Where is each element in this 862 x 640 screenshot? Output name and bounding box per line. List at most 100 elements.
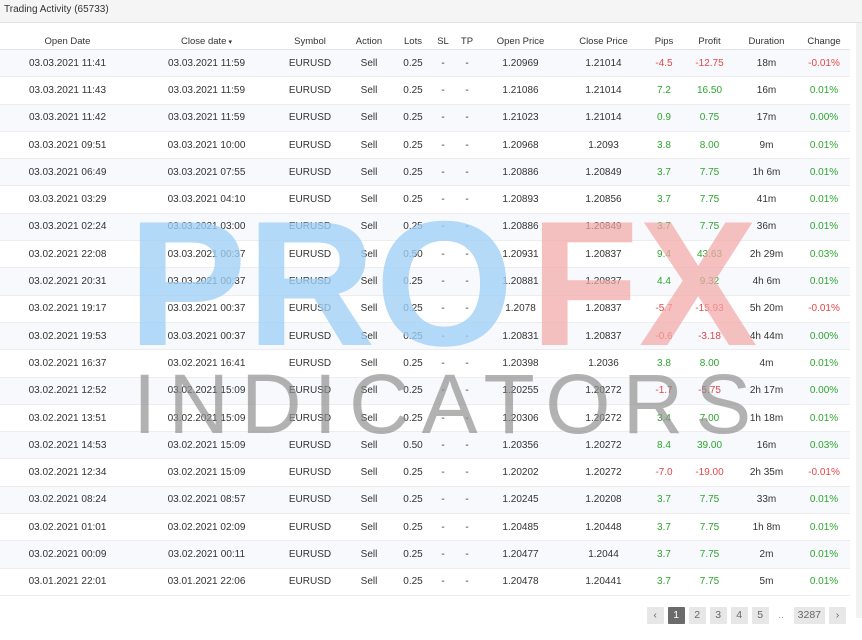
cell-close-price: 1.21014 [563, 76, 644, 105]
table-row[interactable]: 03.03.2021 03:29 03.03.2021 04:10 EURUSD Se… [0, 185, 850, 214]
cell-close-date: 03.03.2021 11:59 [135, 49, 278, 78]
cell-profit: -5.75 [684, 377, 735, 405]
table-row[interactable]: 03.02.2021 12:52 03.02.2021 15:09 EURUSD Se… [0, 377, 850, 405]
cell-change: 0.01% [798, 267, 850, 296]
cell-open-price: 1.21086 [478, 76, 563, 105]
col-lots[interactable]: Lots [396, 34, 430, 50]
cell-duration: 16m [735, 76, 798, 105]
cell-close-date: 03.03.2021 04:10 [135, 185, 278, 214]
page-button-last[interactable]: 3287 [793, 607, 825, 624]
table-row[interactable]: 03.02.2021 13:51 03.02.2021 15:09 EURUSD Se… [0, 404, 850, 433]
page-button-5[interactable]: 5 [751, 607, 769, 624]
col-open-price[interactable]: Open Price [478, 34, 563, 50]
cell-open-date: 03.03.2021 06:49 [0, 158, 135, 187]
col-change[interactable]: Change [798, 34, 850, 50]
col-sl[interactable]: SL [430, 34, 456, 50]
page-button-3[interactable]: 3 [709, 607, 727, 624]
cell-pips: -1.7 [644, 377, 684, 405]
cell-pips: 3.7 [644, 185, 684, 214]
cell-tp: - [456, 568, 478, 596]
table-row[interactable]: 03.02.2021 20:31 03.03.2021 00:37 EURUSD Se… [0, 267, 850, 296]
cell-symbol: EURUSD [278, 486, 342, 515]
cell-tp: - [456, 158, 478, 187]
table-row[interactable]: 03.03.2021 02:24 03.03.2021 03:00 EURUSD Se… [0, 213, 850, 242]
cell-action: Sell [342, 131, 396, 160]
cell-close-price: 1.20837 [563, 267, 644, 296]
cell-sl: - [430, 377, 456, 405]
cell-symbol: EURUSD [278, 431, 342, 460]
col-tp[interactable]: TP [456, 34, 478, 50]
cell-profit: 16.50 [684, 76, 735, 105]
vertical-scrollbar[interactable] [856, 23, 862, 618]
cell-close-date: 03.02.2021 15:09 [135, 458, 278, 487]
cell-open-price: 1.20202 [478, 458, 563, 487]
table-row[interactable]: 03.02.2021 00:09 03.02.2021 00:11 EURUSD Se… [0, 540, 850, 569]
table-row[interactable]: 03.03.2021 11:43 03.03.2021 11:59 EURUSD Se… [0, 76, 850, 105]
table-row[interactable]: 03.02.2021 16:37 03.02.2021 16:41 EURUSD Se… [0, 349, 850, 378]
table-header-row: Open Date Close date ▾ Symbol Action Lots… [0, 34, 850, 50]
page-button-2[interactable]: 2 [688, 607, 706, 624]
cell-change: 0.00% [798, 377, 850, 405]
table-row[interactable]: 03.03.2021 09:51 03.03.2021 10:00 EURUSD Se… [0, 131, 850, 160]
cell-close-date: 03.03.2021 03:00 [135, 213, 278, 242]
cell-duration: 18m [735, 49, 798, 78]
cell-close-date: 03.03.2021 10:00 [135, 131, 278, 160]
table-row[interactable]: 03.03.2021 06:49 03.03.2021 07:55 EURUSD Se… [0, 158, 850, 187]
cell-pips: 4.4 [644, 267, 684, 296]
page-button-4[interactable]: 4 [730, 607, 748, 624]
cell-open-price: 1.20398 [478, 349, 563, 378]
col-close-date[interactable]: Close date ▾ [135, 34, 278, 50]
cell-open-price: 1.20886 [478, 158, 563, 187]
cell-pips: 3.7 [644, 513, 684, 542]
col-profit[interactable]: Profit [684, 34, 735, 50]
col-symbol[interactable]: Symbol [278, 34, 342, 50]
cell-lots: 0.25 [396, 568, 430, 596]
table-row[interactable]: 03.02.2021 19:17 03.03.2021 00:37 EURUSD Se… [0, 295, 850, 323]
cell-pips: 3.7 [644, 213, 684, 242]
cell-open-date: 03.02.2021 08:24 [0, 486, 135, 515]
cell-pips: -5.7 [644, 295, 684, 323]
cell-change: 0.01% [798, 158, 850, 187]
col-duration[interactable]: Duration [735, 34, 798, 50]
table-row[interactable]: 03.02.2021 22:08 03.03.2021 00:37 EURUSD Se… [0, 240, 850, 269]
col-action[interactable]: Action [342, 34, 396, 50]
cell-action: Sell [342, 49, 396, 78]
col-open-date[interactable]: Open Date [0, 34, 135, 50]
table-row[interactable]: 03.02.2021 19:53 03.03.2021 00:37 EURUSD Se… [0, 322, 850, 351]
table-row[interactable]: 03.02.2021 08:24 03.02.2021 08:57 EURUSD Se… [0, 486, 850, 515]
cell-close-date: 03.03.2021 07:55 [135, 158, 278, 187]
page-button-1[interactable]: 1 [667, 607, 685, 624]
cell-pips: 3.8 [644, 349, 684, 378]
next-page-icon[interactable]: › [829, 607, 846, 624]
table-row[interactable]: 03.02.2021 12:34 03.02.2021 15:09 EURUSD Se… [0, 458, 850, 487]
col-close-price[interactable]: Close Price [563, 34, 644, 50]
table-row[interactable]: 03.03.2021 11:42 03.03.2021 11:59 EURUSD Se… [0, 104, 850, 132]
table-row[interactable]: 03.01.2021 22:01 03.01.2021 22:06 EURUSD Se… [0, 568, 850, 596]
table-row[interactable]: 03.03.2021 11:41 03.03.2021 11:59 EURUSD Se… [0, 49, 850, 78]
table-row[interactable]: 03.02.2021 14:53 03.02.2021 15:09 EURUSD Se… [0, 431, 850, 460]
cell-open-date: 03.02.2021 19:17 [0, 295, 135, 323]
table-row[interactable]: 03.02.2021 01:01 03.02.2021 02:09 EURUSD Se… [0, 513, 850, 542]
cell-tp: - [456, 431, 478, 460]
col-pips[interactable]: Pips [644, 34, 684, 50]
cell-close-date: 03.03.2021 00:37 [135, 240, 278, 269]
cell-open-price: 1.20969 [478, 49, 563, 78]
cell-profit: 7.75 [684, 513, 735, 542]
cell-lots: 0.25 [396, 404, 430, 433]
cell-lots: 0.25 [396, 540, 430, 569]
cell-lots: 0.25 [396, 49, 430, 78]
cell-pips: 3.7 [644, 540, 684, 569]
cell-pips: -7.0 [644, 458, 684, 487]
cell-symbol: EURUSD [278, 458, 342, 487]
cell-symbol: EURUSD [278, 49, 342, 78]
prev-page-icon[interactable]: ‹ [646, 607, 664, 624]
cell-profit: 7.75 [684, 568, 735, 596]
cell-change: 0.03% [798, 431, 850, 460]
cell-profit: -3.18 [684, 322, 735, 351]
cell-change: 0.01% [798, 486, 850, 515]
cell-close-price: 1.2044 [563, 540, 644, 569]
cell-open-date: 03.02.2021 01:01 [0, 513, 135, 542]
cell-close-price: 1.2093 [563, 131, 644, 160]
cell-action: Sell [342, 513, 396, 542]
cell-action: Sell [342, 76, 396, 105]
